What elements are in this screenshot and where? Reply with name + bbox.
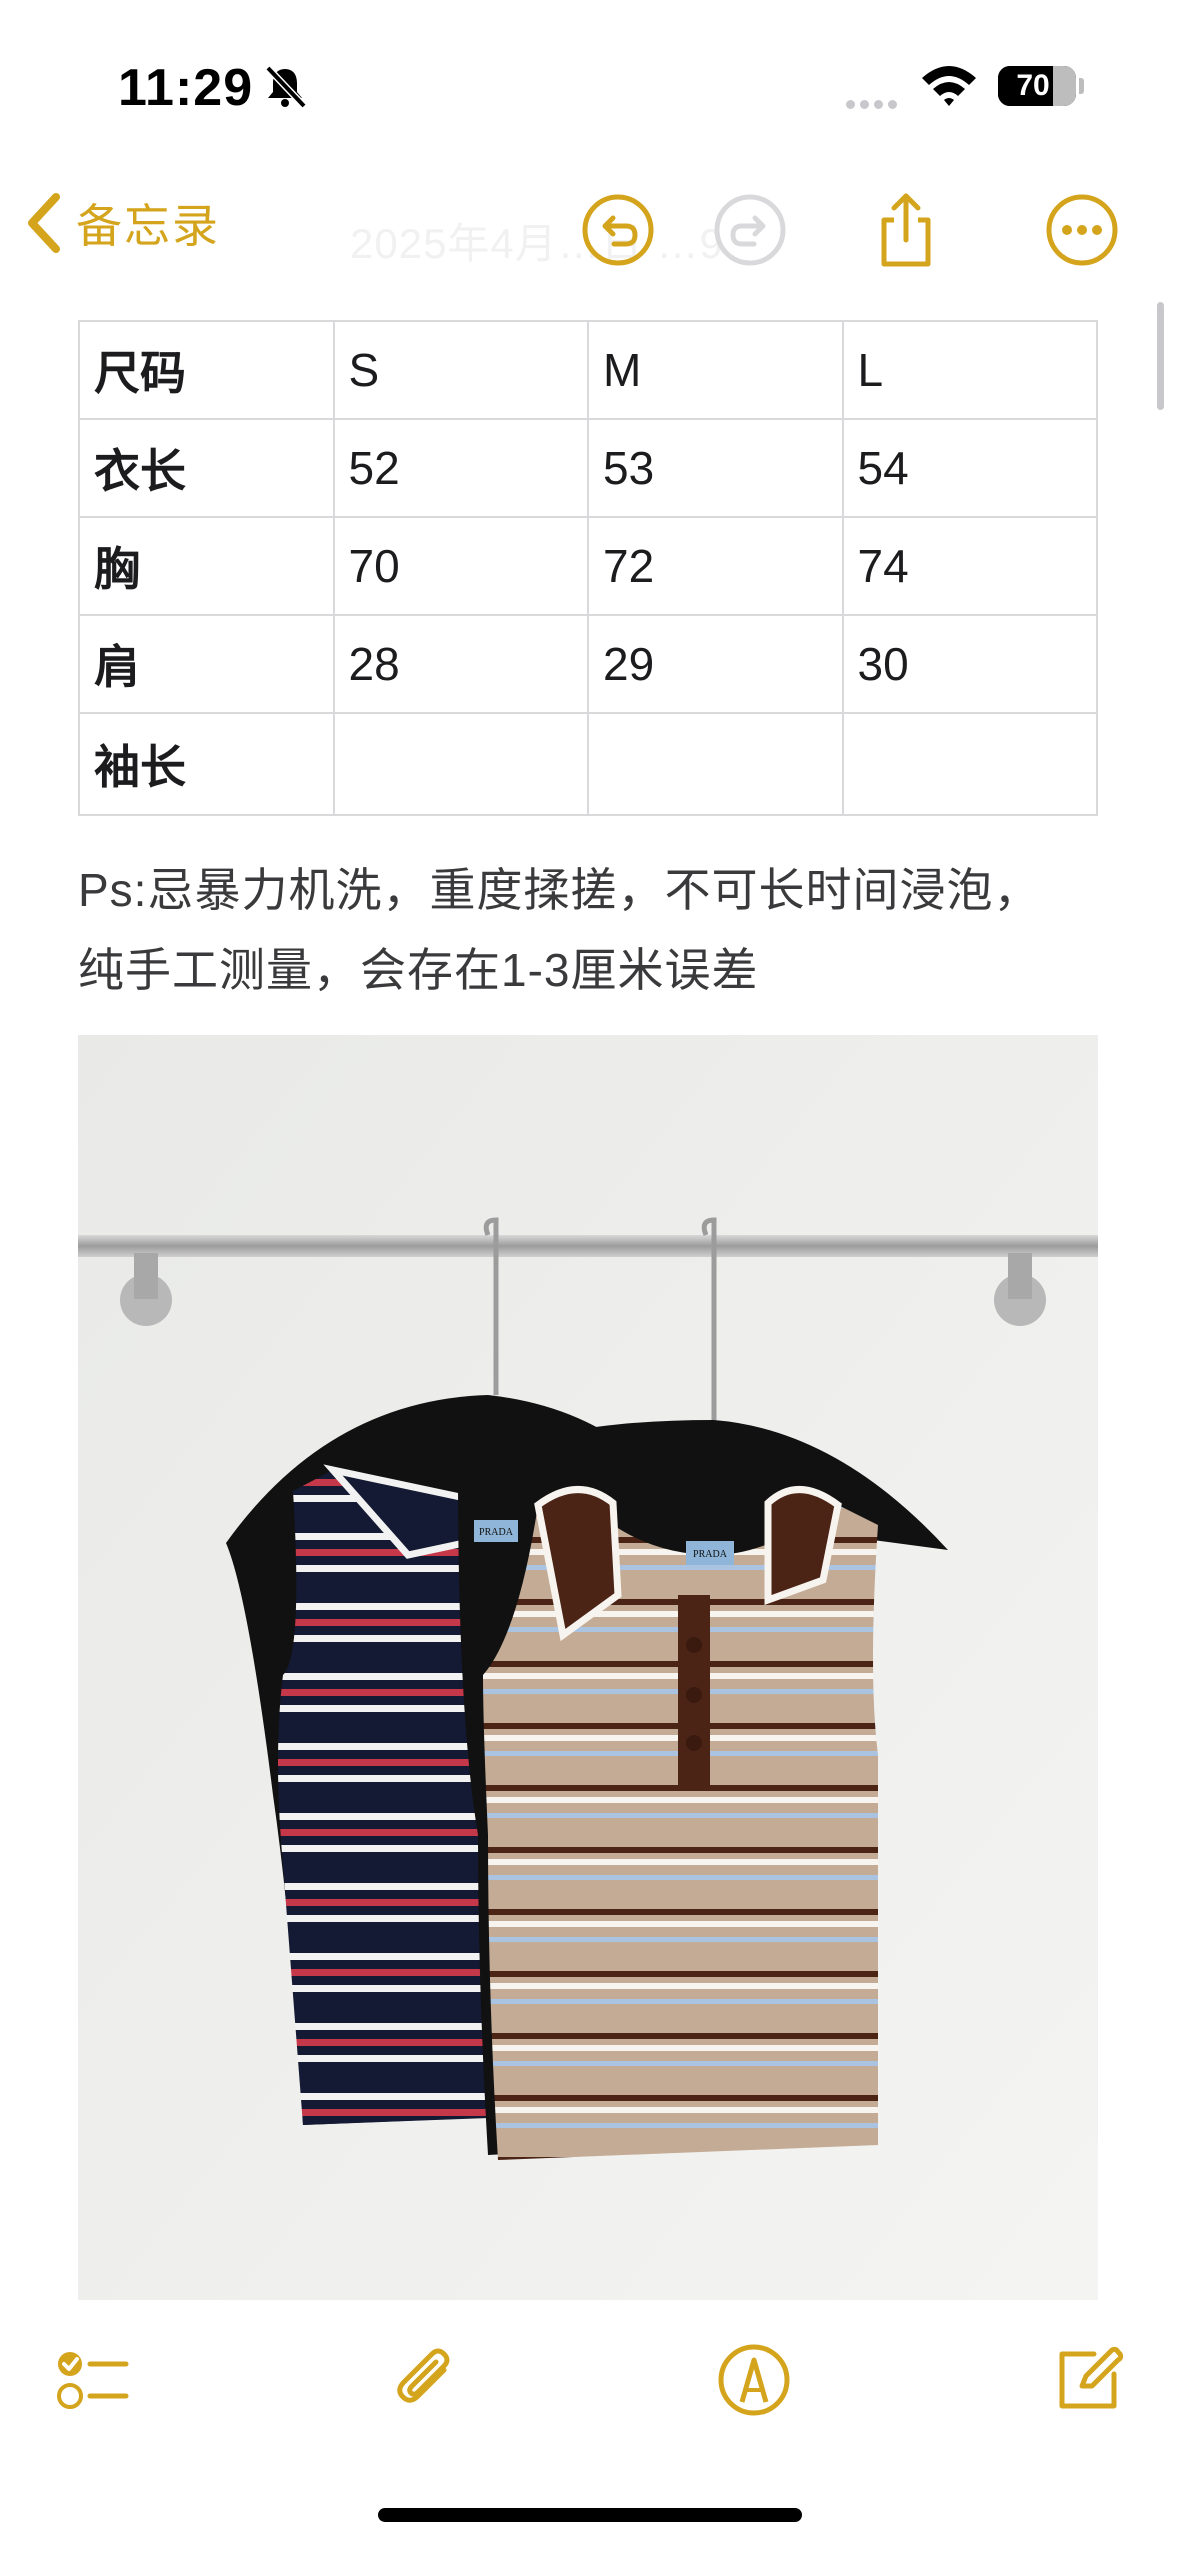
size-table[interactable]: 尺码 S M L 衣长 52 53 54 胸 70 72 74 肩 28 29 … — [78, 320, 1098, 816]
more-icon[interactable] — [1042, 190, 1122, 270]
brand-label-2: PRADA — [693, 1549, 728, 1560]
compose-icon[interactable] — [1048, 2340, 1128, 2420]
table-cell[interactable] — [841, 712, 1098, 816]
home-indicator[interactable] — [378, 2508, 802, 2522]
table-row: 袖长 — [78, 712, 1098, 816]
battery-percent: 70 — [1016, 69, 1050, 102]
brand-label-1: PRADA — [479, 1527, 514, 1538]
table-cell[interactable]: 胸 — [78, 516, 335, 616]
note-text[interactable]: Ps:忌暴力机洗，重度揉搓，不可长时间浸泡， 纯手工测量，会存在1-3厘米误差 — [78, 850, 1138, 1010]
wifi-icon — [922, 66, 976, 106]
table-cell[interactable]: 52 — [332, 418, 589, 518]
bell-slash-icon — [265, 65, 307, 109]
paperclip-icon[interactable] — [386, 2340, 466, 2420]
bottom-toolbar — [0, 2300, 1179, 2460]
table-cell[interactable]: 衣长 — [78, 418, 335, 518]
table-cell[interactable]: 尺码 — [78, 320, 335, 420]
table-cell[interactable]: 72 — [587, 516, 844, 616]
note-line: Ps:忌暴力机洗，重度揉搓，不可长时间浸泡， — [78, 864, 1041, 916]
table-cell[interactable]: 袖长 — [78, 712, 335, 816]
share-icon[interactable] — [866, 190, 946, 270]
table-row: 胸 70 72 74 — [78, 516, 1098, 616]
table-cell[interactable] — [332, 712, 589, 816]
product-photo[interactable]: PRADA PRADA — [78, 1035, 1098, 2300]
markup-pen-icon[interactable] — [714, 2340, 794, 2420]
table-cell[interactable] — [587, 712, 844, 816]
table-cell[interactable]: 28 — [332, 614, 589, 714]
note-line: 纯手工测量，会存在1-3厘米误差 — [78, 944, 759, 996]
table-cell[interactable]: L — [841, 320, 1098, 420]
table-cell[interactable]: S — [332, 320, 589, 420]
battery-indicator: 70 — [998, 66, 1076, 106]
note-date: 2025年4月…日 …9 — [350, 220, 724, 267]
signal-dots — [846, 96, 902, 114]
table-row: 衣长 52 53 54 — [78, 418, 1098, 518]
status-time: 11:29 — [118, 59, 254, 117]
status-bar: 11:29 70 — [0, 0, 1179, 170]
table-cell[interactable]: 74 — [841, 516, 1098, 616]
back-label: 备忘录 — [76, 200, 220, 252]
table-cell[interactable]: 29 — [587, 614, 844, 714]
table-cell[interactable]: 54 — [841, 418, 1098, 518]
checklist-icon[interactable] — [52, 2340, 132, 2420]
table-row: 尺码 S M L — [78, 320, 1098, 420]
battery-nub — [1079, 78, 1084, 94]
table-cell[interactable]: 70 — [332, 516, 589, 616]
nav-bar: 备忘录 2025年4月…日 …9 — [0, 170, 1179, 290]
table-row: 肩 28 29 30 — [78, 614, 1098, 714]
table-cell[interactable]: M — [587, 320, 844, 420]
redo-icon[interactable] — [710, 190, 790, 270]
scroll-indicator[interactable] — [1157, 302, 1164, 410]
back-button[interactable]: 备忘录 — [24, 188, 220, 258]
table-cell[interactable]: 30 — [841, 614, 1098, 714]
undo-icon[interactable] — [578, 190, 658, 270]
chevron-left-icon — [28, 193, 60, 253]
table-cell[interactable]: 53 — [587, 418, 844, 518]
table-cell[interactable]: 肩 — [78, 614, 335, 714]
